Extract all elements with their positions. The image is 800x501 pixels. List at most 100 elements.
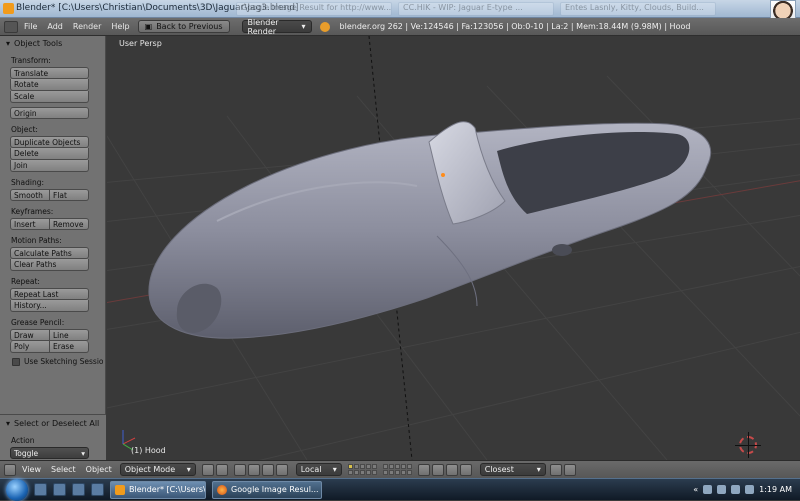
blender-app-icon <box>3 3 14 14</box>
operator-panel: ▾ Select or Deselect All Action Toggle ▾ <box>0 414 106 460</box>
3d-view-header: View Select Object Object Mode ▾ Local ▾… <box>0 460 800 478</box>
quicklaunch-app-icon[interactable] <box>72 483 85 496</box>
menu-file[interactable]: File <box>24 22 37 31</box>
view-perspective-label: User Persp <box>119 39 162 48</box>
origin-button[interactable]: Origin <box>10 107 89 119</box>
view-menu-bar: View Select Object <box>22 465 112 474</box>
calculate-paths-button[interactable]: Calculate Paths <box>10 247 89 259</box>
background-window-tabs: Google Image Result for http://www... CC… <box>236 2 716 16</box>
remove-keyframe-button[interactable]: Remove <box>50 218 89 230</box>
chevron-down-icon: ▾ <box>301 22 306 31</box>
render-animation-icon[interactable] <box>563 463 576 476</box>
mode-select[interactable]: Object Mode ▾ <box>119 463 196 476</box>
delete-button[interactable]: Delete <box>10 148 89 160</box>
action-select[interactable]: Toggle ▾ <box>10 447 89 459</box>
menu-object[interactable]: Object <box>86 465 112 474</box>
transform-label: Transform: <box>11 56 51 65</box>
switch-windows-icon[interactable] <box>53 483 66 496</box>
scale-button[interactable]: Scale <box>10 91 89 103</box>
firefox-quicklaunch-icon[interactable] <box>91 483 104 496</box>
action-value: Toggle <box>14 448 39 458</box>
smooth-button[interactable]: Smooth <box>10 189 50 201</box>
translate-button[interactable]: Translate <box>10 67 89 79</box>
scale-manipulator-icon[interactable] <box>275 463 288 476</box>
3d-viewport[interactable]: User Persp (1) Hood <box>107 36 800 460</box>
tray-expand-icon[interactable]: « <box>693 485 698 494</box>
start-button[interactable] <box>6 478 28 501</box>
pivot-point-icon[interactable] <box>215 463 228 476</box>
object-tools-title: Object Tools <box>14 38 63 48</box>
tool-shelf: ▾ Object Tools Transform: Translate Rota… <box>0 36 106 460</box>
menu-help[interactable]: Help <box>111 22 129 31</box>
lock-camera-icon[interactable] <box>417 463 430 476</box>
tray-app-icon[interactable] <box>731 485 741 494</box>
flat-button[interactable]: Flat <box>50 189 89 201</box>
layer-buttons[interactable] <box>347 464 377 475</box>
background-tab[interactable]: Entes Lasnly, Kitty, Clouds, Build... <box>560 2 716 16</box>
tray-app-icon[interactable] <box>745 485 755 494</box>
back-button-label: Back to Previous <box>156 22 223 31</box>
snap-value: Closest <box>484 465 514 474</box>
keyframes-row: Insert Remove <box>10 218 89 230</box>
clock[interactable]: 1:19 AM <box>759 485 792 494</box>
rotate-button[interactable]: Rotate <box>10 79 89 91</box>
snap-element-icon[interactable] <box>459 463 472 476</box>
object-label: Object: <box>11 125 38 134</box>
scene-stats: blender.org 262 | Ve:124546 | Fa:123056 … <box>339 22 691 31</box>
action-label: Action <box>11 436 35 445</box>
menu-render[interactable]: Render <box>73 22 101 31</box>
line-button[interactable]: Line <box>50 329 89 341</box>
grease-pencil-label: Grease Pencil: <box>11 318 65 327</box>
motion-paths-label: Motion Paths: <box>11 236 62 245</box>
snap-target-select[interactable]: Closest ▾ <box>479 463 546 476</box>
blender-logo-icon <box>319 21 330 32</box>
3d-cursor-icon[interactable] <box>735 432 761 458</box>
transform-orientation-select[interactable]: Local ▾ <box>295 463 342 476</box>
use-sketching-session-checkbox[interactable]: Use Sketching Sessio <box>12 357 105 366</box>
background-tab[interactable]: Google Image Result for http://www... <box>236 2 392 16</box>
layer-buttons-2[interactable] <box>382 464 412 475</box>
poly-button[interactable]: Poly <box>10 341 50 353</box>
render-engine-select[interactable]: Blender Render ▾ <box>241 17 312 36</box>
menu-view[interactable]: View <box>22 465 41 474</box>
editor-type-icon[interactable] <box>4 463 16 476</box>
background-tab[interactable]: CC.HIK - WIP: Jaguar E-type ... <box>398 2 554 16</box>
blender-icon <box>115 484 125 495</box>
erase-button[interactable]: Erase <box>50 341 89 353</box>
render-preview-icon[interactable] <box>549 463 562 476</box>
proportional-edit-icon[interactable] <box>431 463 444 476</box>
collapse-triangle-icon: ▾ <box>6 419 11 428</box>
chevron-down-icon: ▾ <box>81 448 85 458</box>
duplicate-objects-button[interactable]: Duplicate Objects <box>10 136 89 148</box>
menu-add[interactable]: Add <box>47 22 63 31</box>
show-desktop-icon[interactable] <box>34 483 47 496</box>
chevron-down-icon: ▾ <box>186 465 191 474</box>
render-engine-value: Blender Render <box>247 17 279 36</box>
repeat-last-button[interactable]: Repeat Last <box>10 288 89 300</box>
taskbar-item-blender[interactable]: Blender* [C:\Users\... <box>110 480 206 499</box>
rotate-manipulator-icon[interactable] <box>261 463 274 476</box>
repeat-label: Repeat: <box>11 277 40 286</box>
manipulator-toggle-icon[interactable] <box>233 463 246 476</box>
join-button[interactable]: Join <box>10 160 89 172</box>
clear-paths-button[interactable]: Clear Paths <box>10 259 89 271</box>
menu-select[interactable]: Select <box>51 465 76 474</box>
system-tray: « 1:19 AM <box>693 485 800 494</box>
grease-row-2: Poly Erase <box>10 341 89 353</box>
taskbar-item-firefox[interactable]: Google Image Resul... <box>212 480 322 499</box>
volume-icon[interactable] <box>717 485 727 494</box>
history-button[interactable]: History... <box>10 300 89 312</box>
snap-magnet-icon[interactable] <box>445 463 458 476</box>
object-tools-header[interactable]: ▾ Object Tools <box>0 36 105 50</box>
viewport-shading-icon[interactable] <box>201 463 214 476</box>
operator-panel-header[interactable]: ▾ Select or Deselect All <box>6 419 106 428</box>
translate-manipulator-icon[interactable] <box>247 463 260 476</box>
network-icon[interactable] <box>703 485 713 494</box>
firefox-icon <box>217 484 227 495</box>
insert-keyframe-button[interactable]: Insert <box>10 218 50 230</box>
back-to-previous-button[interactable]: ▣ Back to Previous <box>137 20 230 33</box>
jaguar-model <box>148 121 712 339</box>
shading-label: Shading: <box>11 178 44 187</box>
editor-type-icon[interactable] <box>4 20 18 33</box>
draw-button[interactable]: Draw <box>10 329 50 341</box>
